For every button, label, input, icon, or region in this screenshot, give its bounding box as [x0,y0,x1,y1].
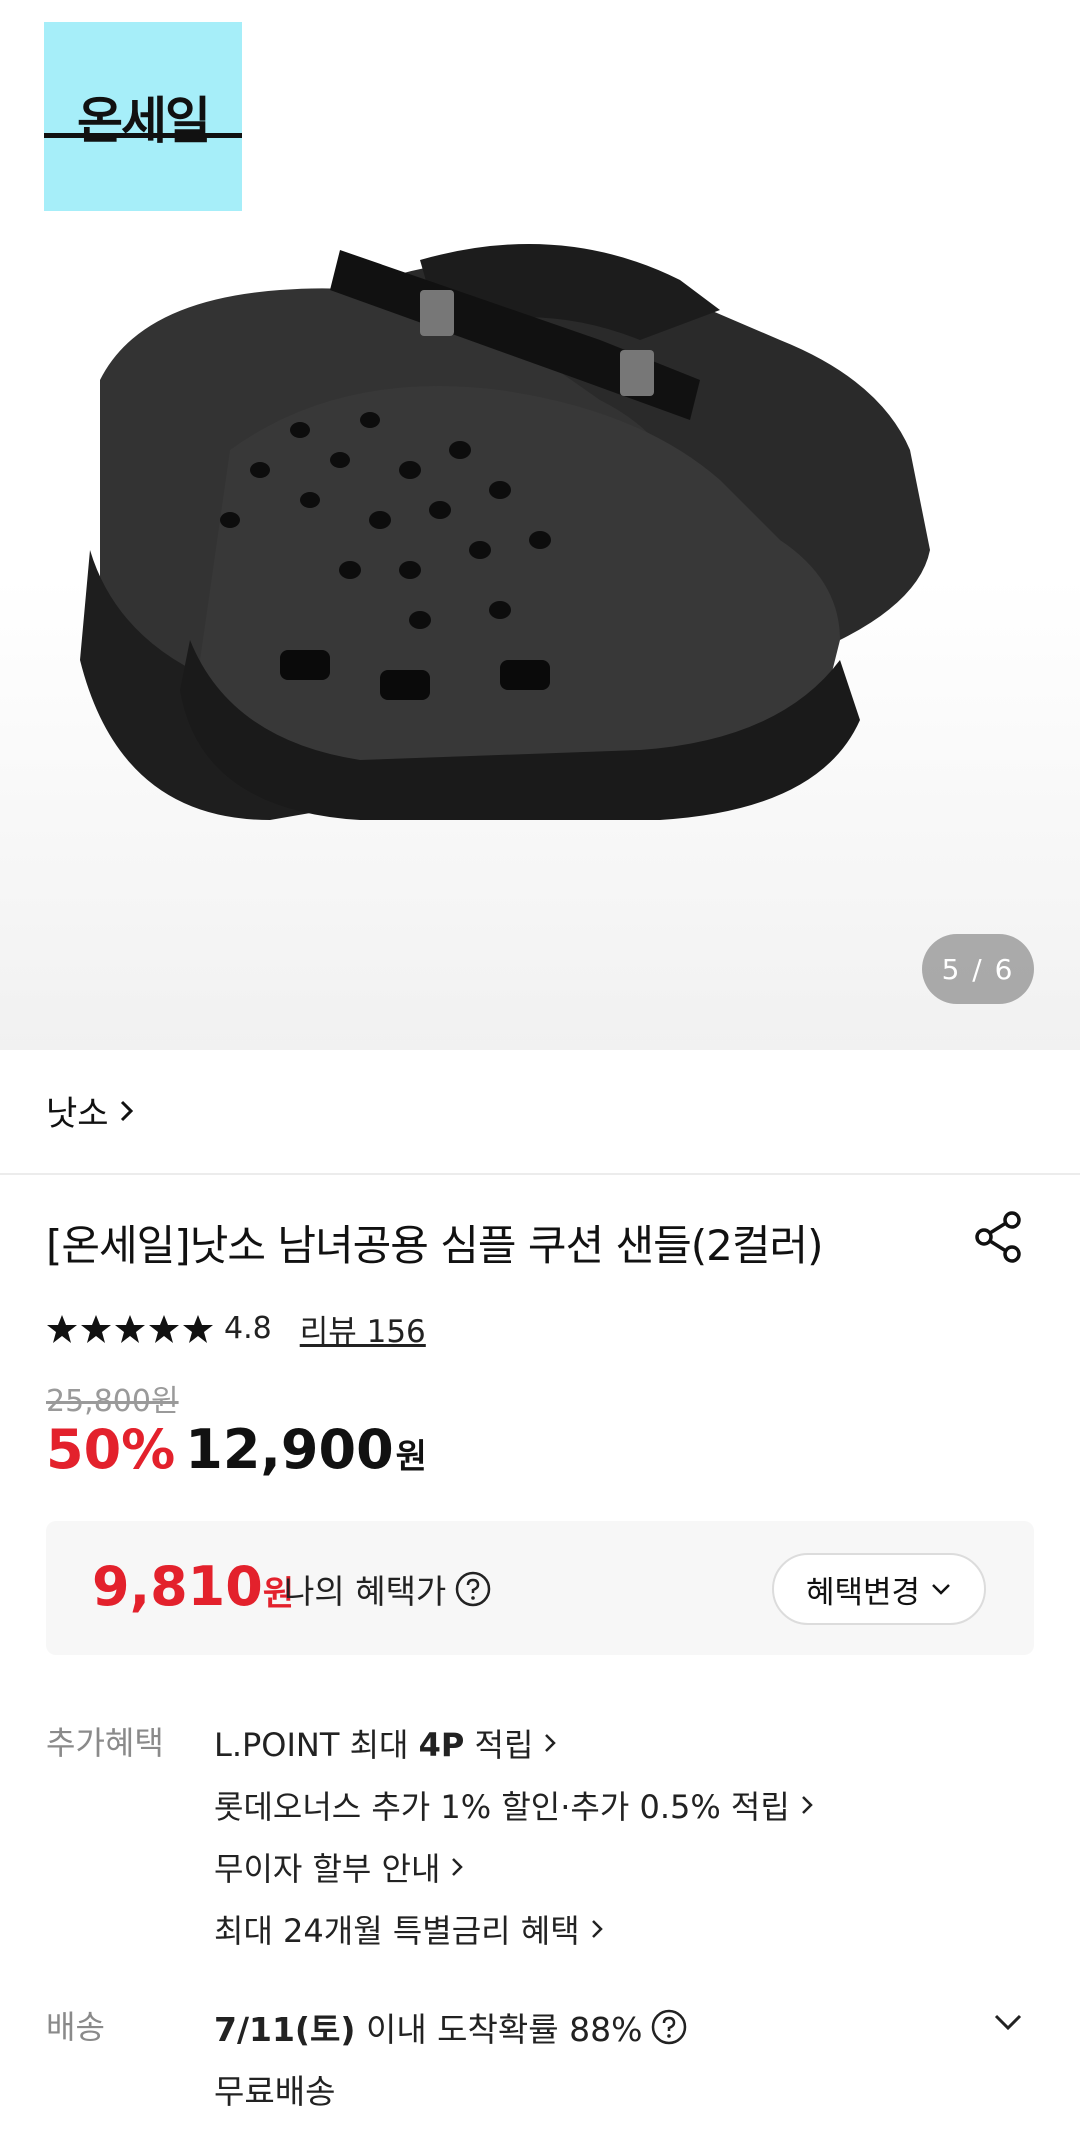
product-title: [온세일]낫소 남녀공용 심플 쿠션 샌들(2컬러) [46,1221,824,1270]
rating-row: 4.8 리뷰 156 [46,1306,426,1351]
extra-benefit-text: 최대 24개월 특별금리 혜택 [214,1912,580,1950]
help-icon[interactable] [454,1570,492,1608]
star-icon [149,1314,179,1343]
product-image [80,244,930,820]
product-image-carousel[interactable]: 온세일 5 / 6 [0,0,1080,1050]
original-price: 25,800원 [46,1384,179,1419]
rating-value: 4.8 [224,1311,272,1346]
discount-rate: 50% [46,1418,176,1481]
chevron-down-icon[interactable] [990,2004,1026,2040]
section-divider [0,1173,1080,1175]
delivery-label: 배송 [46,2008,105,2046]
help-icon[interactable] [650,2008,688,2046]
brand-name: 낫소 [46,1094,109,1134]
extra-benefit-list: L.POINT 최대 4P 적립롯데오너스 추가 1% 할인·추가 0.5% 적… [214,1712,818,1960]
delivery-info: 7/11(토) 이내 도착확률 88% 무료배송 [214,1996,688,2120]
star-rating [46,1313,214,1345]
delivery-eta-row: 7/11(토) 이내 도착확률 88% [214,1996,688,2058]
sale-price: 12,900 [185,1418,394,1481]
chevron-right-icon [801,1796,813,1814]
review-link[interactable]: 리뷰 156 [300,1306,426,1351]
logo-underline [44,133,242,138]
my-benefit-box: 9,810 원 나의 혜택가 혜택변경 [46,1521,1034,1655]
extra-benefit-item[interactable]: 롯데오너스 추가 1% 할인·추가 0.5% 적립 [214,1774,818,1836]
logo-text: 온세일 [77,91,211,150]
star-icon [115,1314,145,1343]
image-counter: 5 / 6 [922,934,1034,1004]
benefit-price-label: 나의 혜택가 [284,1572,447,1611]
benefit-price: 9,810 원 [92,1555,294,1618]
extra-benefit-item[interactable]: 무이자 할부 안내 [214,1836,818,1898]
free-shipping: 무료배송 [214,2072,336,2111]
benefit-price-value: 9,810 [92,1555,263,1618]
extra-benefit-item[interactable]: 최대 24개월 특별금리 혜택 [214,1898,818,1960]
extra-benefit-label: 추가혜택 [46,1724,164,1762]
change-benefit-button[interactable]: 혜택변경 [772,1553,986,1625]
extra-benefit-text: L.POINT 최대 4P 적립 [214,1726,534,1764]
onsale-logo: 온세일 [44,22,242,211]
price-unit: 원 [395,1437,427,1477]
delivery-eta-text: 이내 도착확률 88% [355,2010,643,2049]
star-icon [81,1314,111,1343]
chevron-down-icon [932,1584,950,1595]
benefit-price-label-row: 나의 혜택가 [284,1565,492,1613]
share-icon[interactable] [972,1210,1026,1264]
star-icon [183,1314,213,1343]
price-row: 50% 12,900 원 [46,1418,427,1481]
extra-benefit-text: 롯데오너스 추가 1% 할인·추가 0.5% 적립 [214,1788,790,1826]
chevron-right-icon [591,1920,603,1938]
chevron-right-icon [120,1100,133,1121]
star-icon [47,1314,77,1343]
delivery-date: 7/11(토) [214,2010,356,2049]
chevron-right-icon [452,1858,464,1876]
chevron-right-icon [545,1734,557,1752]
extra-benefit-item[interactable]: L.POINT 최대 4P 적립 [214,1712,818,1774]
brand-link[interactable]: 낫소 [46,1086,135,1135]
extra-benefit-text: 무이자 할부 안내 [214,1850,441,1888]
change-benefit-label: 혜택변경 [805,1574,921,1611]
